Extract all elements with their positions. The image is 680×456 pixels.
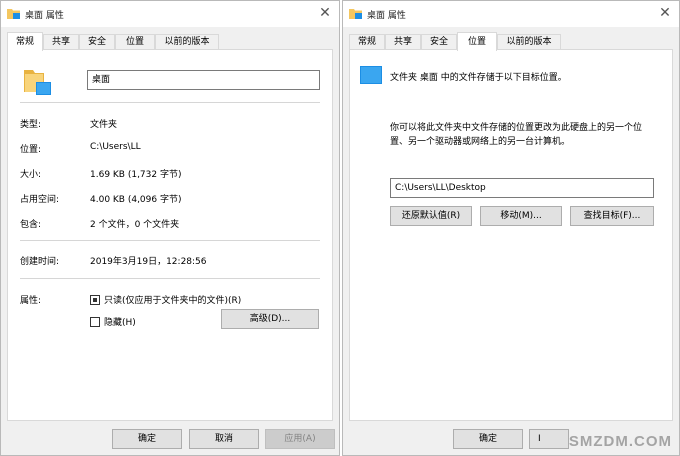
contains-label: 包含: — [20, 220, 42, 230]
location-description-line1: 你可以将此文件夹中文件存储的位置更改为此硬盘上的另一个位 — [390, 123, 643, 133]
folder-icon — [349, 9, 362, 19]
properties-dialog-general: 桌面 属性 ✕ 常规 共享 安全 位置 以前的版本 桌面 类型: 文件夹 位置:… — [0, 0, 340, 456]
separator — [20, 240, 320, 241]
location-label: 位置: — [20, 145, 42, 155]
separator — [20, 102, 320, 103]
restore-default-button[interactable]: 还原默认值(R) — [390, 206, 472, 226]
desktop-icon — [360, 66, 382, 84]
window-title: 桌面 属性 — [25, 11, 64, 21]
tab-general[interactable]: 常规 — [349, 34, 385, 50]
tab-previous-versions[interactable]: 以前的版本 — [497, 34, 561, 50]
move-button[interactable]: 移动(M)... — [480, 206, 562, 226]
tab-sharing[interactable]: 共享 — [43, 34, 79, 50]
size-value: 1.69 KB (1,732 字节) — [90, 170, 182, 180]
ok-button[interactable]: 确定 — [453, 429, 523, 449]
location-panel: 文件夹 桌面 中的文件存储于以下目标位置。 你可以将此文件夹中文件存储的位置更改… — [349, 49, 673, 421]
window-title: 桌面 属性 — [367, 11, 406, 21]
tab-location[interactable]: 位置 — [115, 34, 155, 50]
apply-button[interactable]: 应用(A) — [265, 429, 335, 449]
hidden-checkbox[interactable] — [90, 317, 100, 327]
attributes-label: 属性: — [20, 296, 42, 306]
size-label: 大小: — [20, 170, 42, 180]
created-label: 创建时间: — [20, 257, 60, 267]
location-description-line2: 置、另一个驱动器或网络上的另一台计算机。 — [390, 137, 571, 147]
cancel-button[interactable]: 取消 — [189, 429, 259, 449]
contains-value: 2 个文件，0 个文件夹 — [90, 220, 180, 230]
title-bar[interactable]: 桌面 属性 ✕ — [1, 1, 339, 27]
location-intro-text: 文件夹 桌面 中的文件存储于以下目标位置。 — [390, 73, 567, 83]
hidden-label[interactable]: 隐藏(H) — [104, 315, 136, 328]
location-value: C:\Users\LL — [90, 142, 141, 152]
folder-name-input[interactable]: 桌面 — [87, 70, 320, 90]
size-on-disk-value: 4.00 KB (4,096 字节) — [90, 195, 182, 205]
desktop-folder-icon — [24, 70, 51, 95]
target-path-input[interactable]: C:\Users\LL\Desktop — [390, 178, 654, 198]
general-panel: 桌面 类型: 文件夹 位置: C:\Users\LL 大小: 1.69 KB (… — [7, 49, 333, 421]
properties-dialog-location: 桌面 属性 ✕ 常规 共享 安全 位置 以前的版本 文件夹 桌面 中的文件存储于… — [342, 0, 680, 456]
find-target-button[interactable]: 查找目标(F)... — [570, 206, 654, 226]
advanced-button[interactable]: 高级(D)... — [221, 309, 319, 329]
type-value: 文件夹 — [90, 120, 118, 130]
tab-location[interactable]: 位置 — [457, 32, 497, 51]
readonly-label[interactable]: 只读(仅应用于文件夹中的文件)(R) — [104, 293, 241, 306]
title-bar[interactable]: 桌面 属性 ✕ — [343, 1, 679, 27]
tab-previous-versions[interactable]: 以前的版本 — [155, 34, 219, 50]
size-on-disk-label: 占用空间: — [20, 195, 60, 205]
ok-button[interactable]: 确定 — [112, 429, 182, 449]
close-button[interactable]: ✕ — [657, 5, 673, 21]
created-value: 2019年3月19日，12:28:56 — [90, 257, 207, 267]
type-label: 类型: — [20, 120, 42, 130]
watermark: SMZDM.COM — [568, 433, 672, 450]
tab-security[interactable]: 安全 — [421, 34, 457, 50]
close-button[interactable]: ✕ — [317, 5, 333, 21]
tab-sharing[interactable]: 共享 — [385, 34, 421, 50]
folder-icon — [7, 9, 20, 19]
separator — [20, 278, 320, 279]
readonly-checkbox[interactable] — [90, 295, 100, 305]
partial-button[interactable]: I — [529, 429, 569, 449]
tab-security[interactable]: 安全 — [79, 34, 115, 50]
tab-general[interactable]: 常规 — [7, 32, 43, 51]
